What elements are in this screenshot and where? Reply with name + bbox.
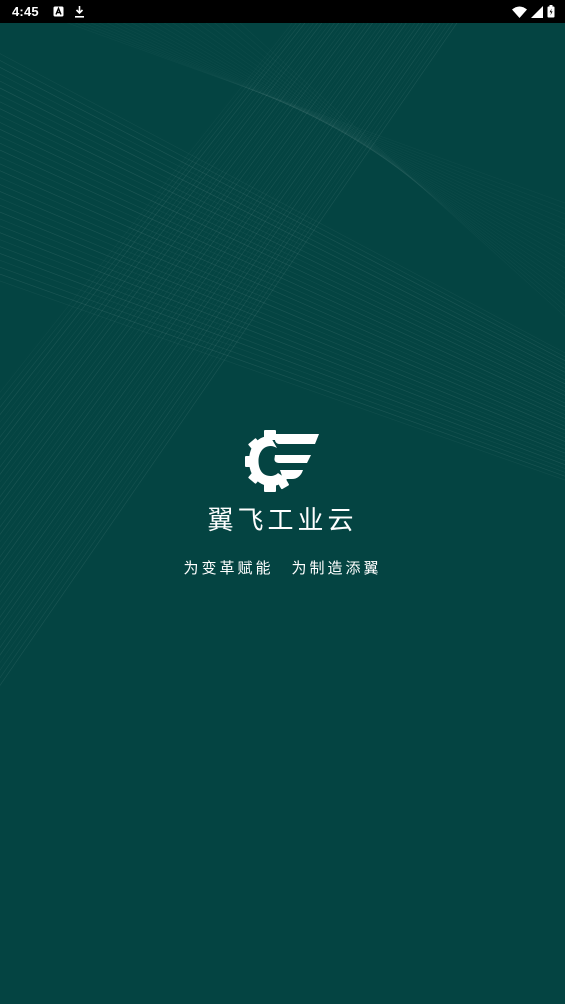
brand-block: 翼飞工业云 为变革赋能 为制造添翼 xyxy=(0,428,565,578)
status-icons-left xyxy=(53,5,85,18)
screen: 4:45 翼飞工业云 为变革赋能 为制造添翼 xyxy=(0,0,565,1004)
wifi-icon xyxy=(512,6,527,18)
download-icon xyxy=(74,6,84,18)
app-name: 翼飞工业云 xyxy=(207,506,358,536)
gear-wing-logo-icon xyxy=(244,430,319,492)
status-icons-right xyxy=(512,5,555,18)
slogan: 为变革赋能 为制造添翼 xyxy=(183,559,382,577)
splash-screen: 翼飞工业云 为变革赋能 为制造添翼 xyxy=(0,23,565,1004)
a-notification-icon xyxy=(53,6,64,17)
status-bar: 4:45 xyxy=(0,0,565,23)
signal-icon xyxy=(531,5,543,18)
battery-icon xyxy=(547,5,555,18)
status-time: 4:45 xyxy=(12,4,39,19)
